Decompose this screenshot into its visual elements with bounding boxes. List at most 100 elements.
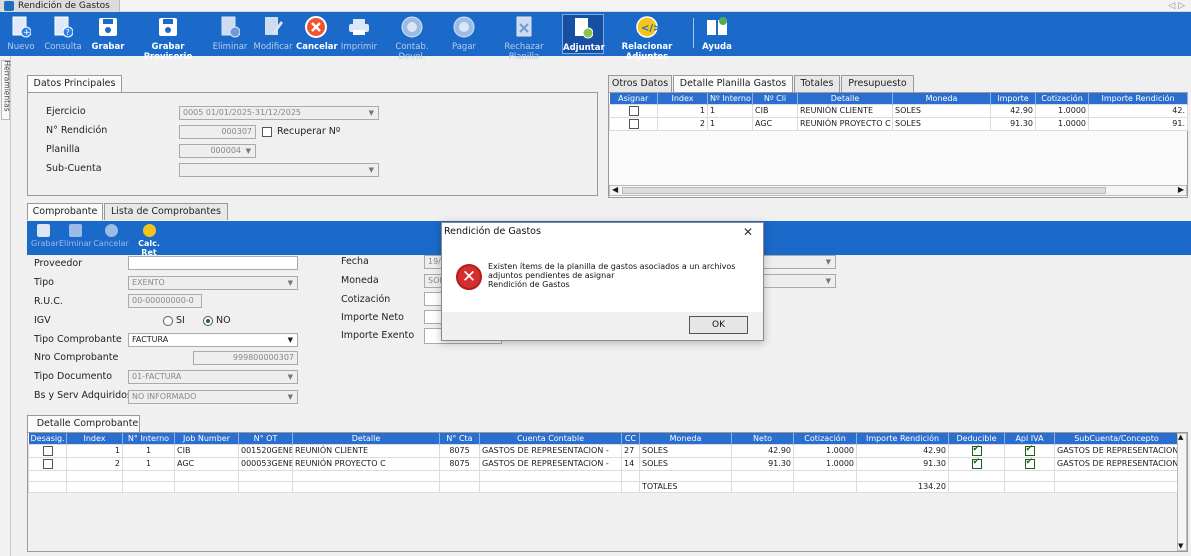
asignar-checkbox-cell[interactable]: [609, 103, 658, 118]
window-tab[interactable]: Rendición de Gastos: [0, 0, 120, 12]
pagar-button[interactable]: Pagar: [446, 14, 482, 54]
tipo-select[interactable]: EXENTO ▼: [128, 276, 298, 290]
col-importe-rendicion[interactable]: Importe Rendición: [856, 433, 949, 444]
col-job-number[interactable]: Job Number: [174, 433, 239, 444]
rechazar-planilla-button[interactable]: Rechazar Planilla: [488, 14, 560, 62]
deducible-checkbox[interactable]: [971, 458, 982, 469]
apl-iva-checkbox[interactable]: [1024, 445, 1035, 456]
deducible-cell[interactable]: [948, 443, 1005, 458]
col-deducible[interactable]: Deducible: [948, 433, 1005, 444]
tab-datos-principales[interactable]: Datos Principales: [27, 75, 122, 92]
comprobante-grabar-button[interactable]: Grabar: [31, 223, 59, 248]
tab-presupuesto[interactable]: Presupuesto: [841, 75, 914, 92]
col-index[interactable]: Index: [66, 433, 123, 444]
scroll-left-icon[interactable]: ◀: [612, 185, 618, 194]
recuperar-checkbox[interactable]: [262, 127, 272, 137]
col-cli[interactable]: Nº Cli: [752, 93, 798, 104]
tab-comprobante[interactable]: Comprobante: [27, 203, 103, 220]
deducible-cell[interactable]: [948, 456, 1005, 471]
tab-detalle-comprobante[interactable]: Detalle Comprobante: [27, 415, 140, 432]
grabar-button[interactable]: Grabar: [90, 14, 126, 54]
tipo-documento-select[interactable]: 01-FACTURA ▼: [128, 370, 298, 384]
modificar-button[interactable]: Modificar: [252, 14, 294, 54]
col-asignar[interactable]: Asignar: [609, 93, 658, 104]
subcuenta-select[interactable]: ▼: [179, 163, 379, 177]
herramientas-tab[interactable]: Herramientas: [1, 60, 12, 120]
nro-comprobante-field[interactable]: 999800000307: [193, 351, 298, 365]
col-cta[interactable]: N° Cta: [439, 433, 480, 444]
col-cc[interactable]: CC: [621, 433, 640, 444]
adjuntar-button[interactable]: Adjuntar: [562, 14, 605, 54]
proveedor-field[interactable]: [128, 256, 298, 270]
tab-totales[interactable]: Totales: [794, 75, 840, 92]
scroll-down-icon[interactable]: ▼: [1178, 542, 1183, 550]
relacionar-adjuntos-button[interactable]: </> Relacionar Adjuntos: [606, 14, 688, 62]
igv-no-radio[interactable]: [203, 316, 213, 326]
tab-otros-datos[interactable]: Otros Datos: [608, 75, 672, 92]
scroll-right-icon[interactable]: ▶: [1178, 185, 1184, 194]
bs-serv-select[interactable]: NO INFORMADO ▼: [128, 390, 298, 404]
comprobante-cancelar-button[interactable]: Cancelar: [93, 223, 129, 248]
col-ot[interactable]: N° OT: [238, 433, 293, 444]
col-index[interactable]: Index: [657, 93, 708, 104]
nro-rendicion-field[interactable]: 000307: [179, 125, 256, 139]
vertical-scrollbar[interactable]: ▲ ▼: [1177, 433, 1187, 551]
tipo-comprobante-select[interactable]: FACTURA ▼: [128, 333, 298, 347]
deducible-checkbox[interactable]: [971, 445, 982, 456]
ayuda-button[interactable]: Ayuda: [700, 14, 734, 54]
col-detalle[interactable]: Detalle: [292, 433, 440, 444]
asignar-checkbox[interactable]: [628, 118, 639, 129]
tab-scroll-arrows-icon[interactable]: ◁ ▷: [1168, 0, 1185, 12]
asignar-checkbox[interactable]: [628, 105, 639, 116]
col-cotizacion[interactable]: Cotización: [1035, 93, 1089, 104]
table-row[interactable]: 1 1 CIB REUNIÓN CLIENTE SOLES 42.90 1.00…: [609, 103, 1188, 118]
col-interno[interactable]: N° Interno: [122, 433, 175, 444]
ejercicio-select[interactable]: 0005 01/01/2025-31/12/2025 ▼: [179, 106, 379, 120]
contab-devol-button[interactable]: Contab. Devol.: [382, 14, 442, 62]
col-cotizacion[interactable]: Cotización: [793, 433, 857, 444]
imprimir-button[interactable]: Imprimir: [338, 14, 380, 54]
ok-button[interactable]: OK: [689, 316, 748, 334]
desasig-checkbox-cell[interactable]: [28, 443, 67, 458]
apl-iva-checkbox[interactable]: [1024, 458, 1035, 469]
igv-si-radio[interactable]: [163, 316, 173, 326]
table-row[interactable]: 2 1 AGC REUNIÓN PROYECTO C SOLES 91.30 1…: [609, 116, 1188, 131]
tab-detalle-planilla-gastos[interactable]: Detalle Planilla Gastos: [673, 75, 793, 92]
desasig-checkbox[interactable]: [42, 445, 53, 456]
col-importe-rendicion[interactable]: Importe Rendición: [1088, 93, 1188, 104]
consulta-button[interactable]: ? Consulta: [40, 14, 86, 54]
moneda-dropdown-tail[interactable]: ▼: [756, 274, 836, 288]
apl-iva-cell[interactable]: [1004, 456, 1055, 471]
scroll-up-icon[interactable]: ▲: [1178, 433, 1183, 441]
col-subcuenta[interactable]: SubCuenta/Concepto: [1054, 433, 1179, 444]
desasig-checkbox[interactable]: [42, 458, 53, 469]
col-apl-iva[interactable]: Apl IVA: [1004, 433, 1055, 444]
table-row[interactable]: 1 1 CIB 001520GENE REUNIÓN CLIENTE 8075 …: [28, 443, 1179, 458]
col-moneda[interactable]: Moneda: [639, 433, 732, 444]
apl-iva-cell[interactable]: [1004, 443, 1055, 458]
calc-ret-button[interactable]: Calc. Ret: [131, 223, 167, 257]
planilla-select[interactable]: 000004 ▼: [179, 144, 256, 158]
col-interno[interactable]: Nº Interno: [707, 93, 753, 104]
grabar-provisorio-button[interactable]: Grabar Provisorio: [130, 14, 206, 62]
col-desasig[interactable]: Desasig.: [28, 433, 67, 444]
scrollbar-thumb[interactable]: [622, 187, 1106, 194]
asignar-checkbox-cell[interactable]: [609, 116, 658, 131]
col-cuenta-contable[interactable]: Cuenta Contable: [479, 433, 622, 444]
cell-neto: 42.90: [731, 443, 794, 458]
desasig-checkbox-cell[interactable]: [28, 456, 67, 471]
col-neto[interactable]: Neto: [731, 433, 794, 444]
comprobante-eliminar-button[interactable]: Eliminar: [59, 223, 92, 248]
col-detalle[interactable]: Detalle: [797, 93, 893, 104]
fecha-dropdown-tail[interactable]: ▼: [756, 255, 836, 269]
cancelar-button[interactable]: Cancelar: [296, 14, 338, 54]
col-moneda[interactable]: Moneda: [892, 93, 991, 104]
table-row[interactable]: 2 1 AGC 000053GENE REUNIÓN PROYECTO C 80…: [28, 456, 1179, 471]
col-importe[interactable]: Importe: [990, 93, 1036, 104]
close-icon[interactable]: ✕: [743, 225, 753, 239]
ruc-field[interactable]: 00-00000000-0: [128, 294, 202, 308]
tab-lista-comprobantes[interactable]: Lista de Comprobantes: [104, 203, 228, 220]
horizontal-scrollbar[interactable]: ◀ ▶: [609, 185, 1187, 196]
eliminar-button[interactable]: Eliminar: [210, 14, 250, 54]
nuevo-button[interactable]: + Nuevo: [4, 14, 38, 54]
